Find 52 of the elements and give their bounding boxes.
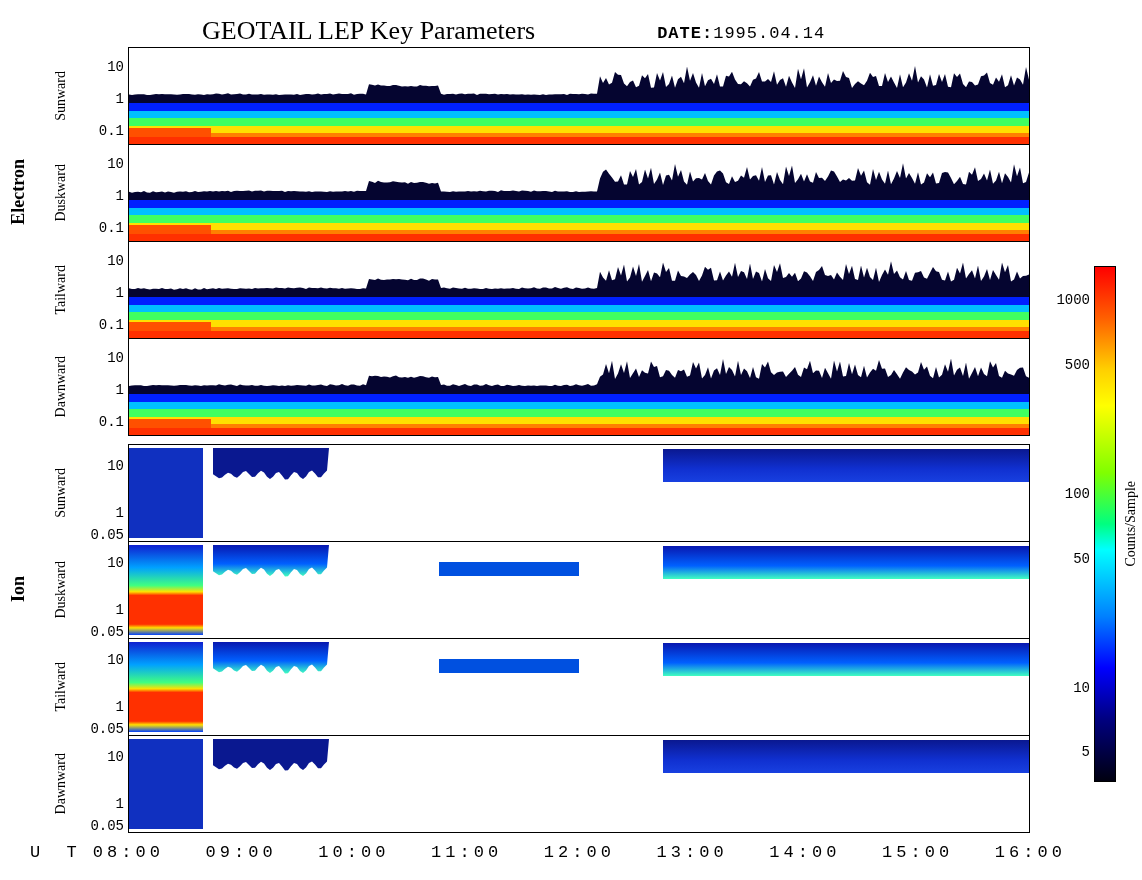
colorbar-tick-label: 1000	[1056, 292, 1090, 308]
panel-label: Tailward	[53, 265, 69, 315]
x-tick-label: 14:00	[768, 843, 842, 862]
y-tick-label: 1	[115, 382, 124, 398]
x-tick-label: 12:00	[542, 843, 616, 862]
panel-label: Dawnward	[53, 753, 69, 815]
panel-label: Duskward	[53, 164, 69, 222]
y-tick-label: 0.1	[98, 414, 124, 430]
y-tick-label: 1	[115, 285, 124, 301]
panel-label: Tailward	[53, 662, 69, 712]
x-tick-label: 11:00	[430, 843, 504, 862]
colorbar-tick-label: 50	[1073, 551, 1090, 567]
y-tick-label: 10	[107, 652, 124, 668]
y-tick-label: 1	[115, 188, 124, 204]
y-tick-label: 0.05	[90, 721, 124, 737]
y-tick-label: 0.1	[98, 220, 124, 236]
panel-label: Sunward	[53, 71, 69, 121]
colorbar-tick-label: 5	[1081, 744, 1090, 760]
y-tick-label: 0.05	[90, 624, 124, 640]
y-tick-label: 10	[107, 59, 124, 75]
panel-label: Sunward	[53, 468, 69, 518]
colorbar-tick-label: 500	[1064, 357, 1090, 373]
y-tick-label: 0.05	[90, 818, 124, 834]
y-tick-label: 10	[107, 253, 124, 269]
y-tick-label: 0.1	[98, 317, 124, 333]
y-tick-label: 0.1	[98, 123, 124, 139]
chart-title: GEOTAIL LEP Key Parameters	[202, 16, 536, 46]
y-tick-label: 1	[115, 505, 124, 521]
colorbar-label: Counts/Sample	[1123, 481, 1139, 567]
y-tick-label: 10	[107, 350, 124, 366]
panel-label: Dawnward	[53, 356, 69, 418]
colorbar-tick-label: 10	[1073, 680, 1090, 696]
y-tick-label: 10	[107, 749, 124, 765]
x-tick-label: 15:00	[881, 843, 955, 862]
y-tick-label: 10	[107, 555, 124, 571]
panel-label: Duskward	[53, 561, 69, 619]
y-tick-label: 1	[115, 602, 124, 618]
x-tick-label: 16:00	[993, 843, 1067, 862]
y-tick-label: 10	[107, 458, 124, 474]
group-label: Electron	[7, 159, 29, 225]
y-tick-label: 0.05	[90, 527, 124, 543]
colorbar-tick-label: 100	[1064, 486, 1090, 502]
x-tick-label: 09:00	[204, 843, 278, 862]
x-tick-label: 08:00	[91, 843, 165, 862]
y-tick-label: 1	[115, 91, 124, 107]
x-tick-label: 13:00	[655, 843, 729, 862]
date-label: DATE:1995.04.14	[657, 23, 826, 45]
x-tick-label: 10:00	[317, 843, 391, 862]
y-tick-label: 1	[115, 699, 124, 715]
y-tick-label: 10	[107, 156, 124, 172]
y-tick-label: 1	[115, 796, 124, 812]
group-label: Ion	[7, 576, 29, 602]
